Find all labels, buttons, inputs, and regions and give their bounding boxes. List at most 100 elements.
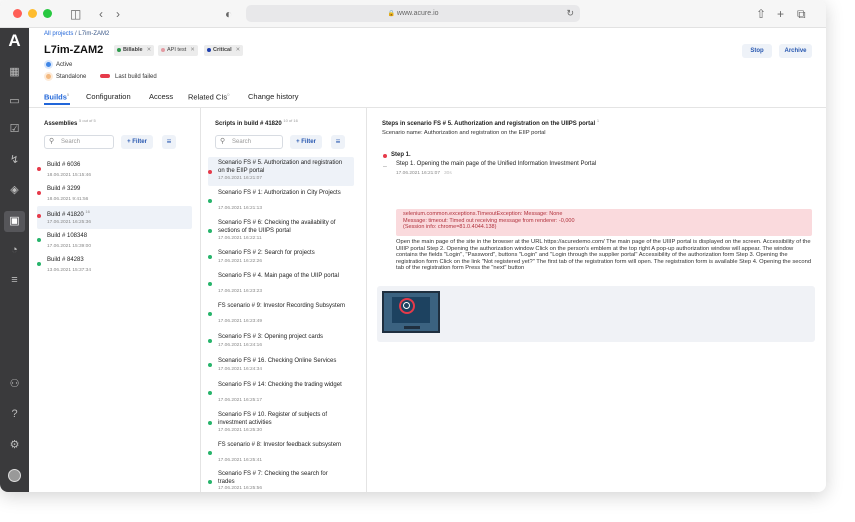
script-name: Scenario FS # 10. Register of subjects o… (218, 412, 328, 426)
build-date: 18.06.2021 9:41:56 (47, 197, 89, 202)
search-icon: ⚲ (220, 138, 226, 145)
sidebar-toggle-icon[interactable]: ◫ (70, 6, 81, 22)
stop-button[interactable]: Stop (742, 44, 772, 58)
status-last-build-failed: Last build failed (100, 74, 157, 80)
remove-tag-icon[interactable]: ✕ (236, 47, 241, 53)
storage-icon[interactable]: ≡ (7, 273, 22, 288)
scripts-title: Scripts in build # 41820 10 of 16 (215, 118, 298, 127)
script-item[interactable]: Scenario FS # 1: Authorization in City P… (208, 187, 354, 215)
build-item[interactable]: Build # 6036 18.06.2021 15:15:46 (37, 159, 192, 182)
scripts-filter-button[interactable]: + Filter (290, 135, 322, 149)
script-item[interactable]: Scenario FS # 10. Register of subjects o… (208, 409, 354, 437)
address-bar[interactable]: 🔒 www.acure.io ↻ (246, 5, 580, 22)
build-item[interactable]: Build # 108348 17.06.2021 15:39:00 (37, 230, 192, 253)
script-item[interactable]: Scenario FS # 14: Checking the trading w… (208, 379, 354, 407)
page-title: L7im-ZAM2 (44, 44, 104, 56)
steps-title: Steps in scenario FS # 5. Authorization … (382, 118, 599, 127)
script-name: Scenario FS # 4. Main page of the UIIP p… (218, 273, 339, 279)
url-text: www.acure.io (396, 10, 439, 17)
scenario-name: Scenario name: Authorization and registr… (382, 130, 546, 136)
script-item[interactable]: Scenario FS # 3: Opening project cards 17… (208, 331, 354, 351)
tabs-overview-icon[interactable]: ⧉ (797, 6, 806, 22)
users-icon[interactable]: ⚇ (7, 377, 22, 392)
step-header[interactable]: Step 1. (391, 152, 411, 158)
main-content: All projects / L7im-ZAM2 L7im-ZAM2 Billa… (29, 28, 826, 492)
tag-label: API test (167, 47, 187, 53)
privacy-shield-icon[interactable]: ◐ (225, 6, 232, 22)
screenshot-thumbnail[interactable] (382, 291, 440, 333)
tab-configuration[interactable]: Configuration (86, 92, 131, 101)
script-item[interactable]: Scenario FS # 2: Search for projects 17.0… (208, 247, 354, 267)
topology-icon[interactable]: ◈ (7, 183, 22, 198)
breadcrumb: All projects / L7im-ZAM2 (44, 31, 109, 37)
build-name: Build # 41820 16 (47, 209, 90, 218)
scripts-title-text: Scripts in build # 41820 (215, 121, 282, 127)
script-item[interactable]: Scenario FS # 16. Checking Online Servic… (208, 355, 354, 375)
build-item-selected[interactable]: Build # 41820 16 17.06.2021 16:25:36 (37, 206, 192, 229)
filter-label: Filter (301, 139, 316, 145)
script-item[interactable]: FS scenario # 8: Investor feedback subsy… (208, 439, 354, 467)
status-dot (46, 74, 51, 79)
build-item[interactable]: Build # 3299 18.06.2021 9:41:56 (37, 183, 192, 206)
script-date: 17.06.2021 16:21:07 (218, 176, 263, 181)
settings-icon[interactable]: ⚙ (7, 438, 22, 453)
share-icon[interactable]: ⇧ (756, 6, 766, 22)
screenshot-gallery (377, 286, 815, 342)
remove-tag-icon[interactable]: ✕ (147, 47, 152, 53)
build-item[interactable]: Build # 84283 13.06.2021 15:37:34 (37, 254, 192, 277)
new-tab-icon[interactable]: + (777, 6, 784, 22)
script-date: 17.06.2021 16:24:34 (218, 367, 263, 372)
assemblies-panel: Assemblies 5 out of 5 ⚲ Search + Filter ≡… (29, 108, 200, 492)
minimize-window-button[interactable] (28, 9, 37, 18)
filter-label: Filter (132, 139, 147, 145)
build-date: 17.06.2021 16:25:36 (47, 220, 92, 225)
build-date: 13.06.2021 15:37:34 (47, 268, 92, 273)
build-status-dot (37, 262, 41, 266)
reload-icon[interactable]: ↻ (566, 5, 574, 22)
tag-label: Critical (213, 47, 232, 53)
close-window-button[interactable] (13, 9, 22, 18)
script-item[interactable]: Scenario FS # 4. Main page of the UIIP p… (208, 270, 354, 298)
assemblies-filter-button[interactable]: + Filter (121, 135, 153, 149)
maximize-window-button[interactable] (43, 9, 52, 18)
dashboard-icon[interactable]: ▦ (7, 65, 22, 80)
database-icon[interactable]: ▭ (7, 94, 22, 109)
collapse-icon[interactable]: – (383, 163, 387, 170)
tab-related-cis[interactable]: Related CIs0 (188, 92, 229, 102)
synthetic-tests-icon[interactable]: ▣ (4, 211, 25, 232)
tab-builds[interactable]: Builds5 (44, 92, 69, 102)
lightning-icon[interactable]: ↯ (7, 153, 22, 168)
acure-logo[interactable]: A (0, 30, 29, 52)
back-icon[interactable]: ‹ (99, 6, 103, 22)
breadcrumb-all-projects[interactable]: All projects (44, 31, 73, 37)
script-name: Scenario FS # 16. Checking Online Servic… (218, 358, 337, 364)
script-item-selected[interactable]: Scenario FS # 5. Authorization and regis… (208, 157, 354, 186)
help-icon[interactable]: ? (7, 407, 22, 422)
chart-pie-icon[interactable]: ◔ (7, 243, 22, 258)
tab-count: 5 (66, 92, 70, 97)
script-item[interactable]: Scenario FS # 7: Checking the search for… (208, 468, 354, 492)
assemblies-title-text: Assemblies (44, 121, 78, 127)
tab-access[interactable]: Access (149, 92, 173, 101)
status-bar (100, 74, 110, 79)
tab-change-history[interactable]: Change history (248, 92, 298, 101)
archive-button[interactable]: Archive (779, 44, 812, 58)
forward-icon[interactable]: › (116, 6, 120, 22)
assemblies-search-input[interactable]: ⚲ Search (44, 135, 114, 149)
breadcrumb-current: L7im-ZAM2 (78, 31, 110, 37)
scripts-search-input[interactable]: ⚲ Search (215, 135, 283, 149)
script-item[interactable]: FS scenario # 9: Investor Recording Subs… (208, 300, 354, 328)
build-status-dot (37, 214, 41, 218)
script-name: Scenario FS # 2: Search for projects (218, 250, 315, 256)
sort-icon[interactable]: ≡ (331, 135, 345, 149)
sort-icon[interactable]: ≡ (162, 135, 176, 149)
build-name: Build # 6036 (47, 162, 81, 168)
status-active: Active (46, 62, 72, 68)
script-item[interactable]: Scenario FS # 6: Checking the availabili… (208, 217, 354, 245)
remove-tag-icon[interactable]: ✕ (190, 47, 195, 53)
assemblies-title: Assemblies 5 out of 5 (44, 118, 96, 127)
tag-label: Billable (123, 47, 143, 53)
user-avatar[interactable] (8, 469, 21, 482)
checklist-icon[interactable]: ☑ (7, 122, 22, 137)
script-date: 17.06.2021 16:23:23 (218, 289, 263, 294)
